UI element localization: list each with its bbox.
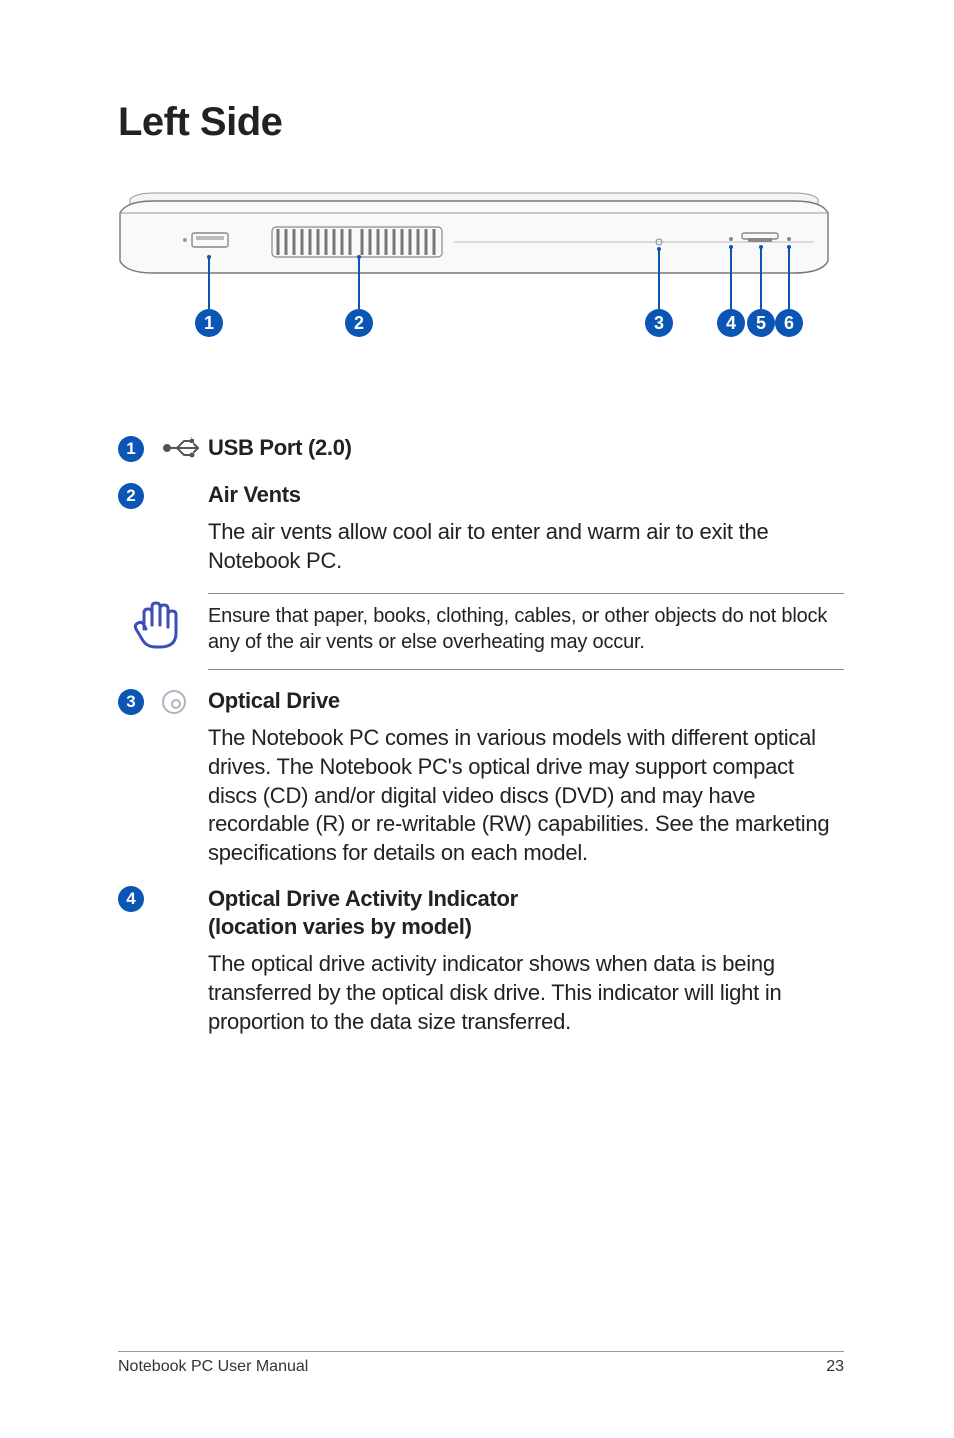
callout-line [760, 247, 762, 309]
section-number: 4 [118, 886, 144, 912]
hand-stop-icon [130, 599, 182, 651]
page-footer: Notebook PC User Manual 23 [118, 1351, 844, 1376]
section-usb-port: 1 + USB Port (2.0) [118, 435, 844, 464]
section-title-line2: (location varies by model) [208, 914, 472, 939]
note-text: Ensure that paper, books, clothing, cabl… [208, 593, 844, 670]
footer-rule [118, 1351, 844, 1352]
section-paragraph: The optical drive activity indicator sho… [208, 950, 844, 1036]
section-number: 3 [118, 689, 144, 715]
section-title-line1: Optical Drive Activity Indicator [208, 886, 518, 911]
section-air-vents: 2 Air Vents The air vents allow cool air… [118, 482, 844, 575]
section-optical-activity: 4 Optical Drive Activity Indicator (loca… [118, 885, 844, 1036]
callout-line [658, 249, 660, 309]
section-title: Optical Drive [208, 688, 844, 714]
section-paragraph: The air vents allow cool air to enter an… [208, 518, 844, 575]
callout-line [208, 257, 210, 309]
section-title: USB Port (2.0) [208, 435, 844, 461]
callout-bubble: 3 [645, 309, 673, 337]
callout-layer: 1 2 3 4 5 6 [114, 187, 834, 387]
usb-icon: + [162, 435, 208, 464]
section-paragraph: The Notebook PC comes in various models … [208, 724, 844, 867]
section-number: 1 [118, 436, 144, 462]
section-optical-drive: 3 Optical Drive The Notebook PC comes in… [118, 688, 844, 867]
section-title: Air Vents [208, 482, 844, 508]
callout-line [730, 247, 732, 309]
section-title: Optical Drive Activity Indicator (locati… [208, 885, 844, 940]
footer-manual-title: Notebook PC User Manual [118, 1358, 308, 1376]
callout-bubble: 5 [747, 309, 775, 337]
footer-page-number: 23 [826, 1358, 844, 1376]
callout-line [788, 247, 790, 309]
left-side-diagram: 1 2 3 4 5 6 [114, 187, 834, 387]
callout-line [358, 257, 360, 309]
page-title: Left Side [118, 100, 844, 145]
callout-bubble: 1 [195, 309, 223, 337]
caution-note: Ensure that paper, books, clothing, cabl… [118, 593, 844, 670]
callout-bubble: 6 [775, 309, 803, 337]
svg-text:+: + [189, 437, 194, 441]
disc-icon [162, 690, 186, 714]
section-number: 2 [118, 483, 144, 509]
callout-bubble: 4 [717, 309, 745, 337]
callout-bubble: 2 [345, 309, 373, 337]
